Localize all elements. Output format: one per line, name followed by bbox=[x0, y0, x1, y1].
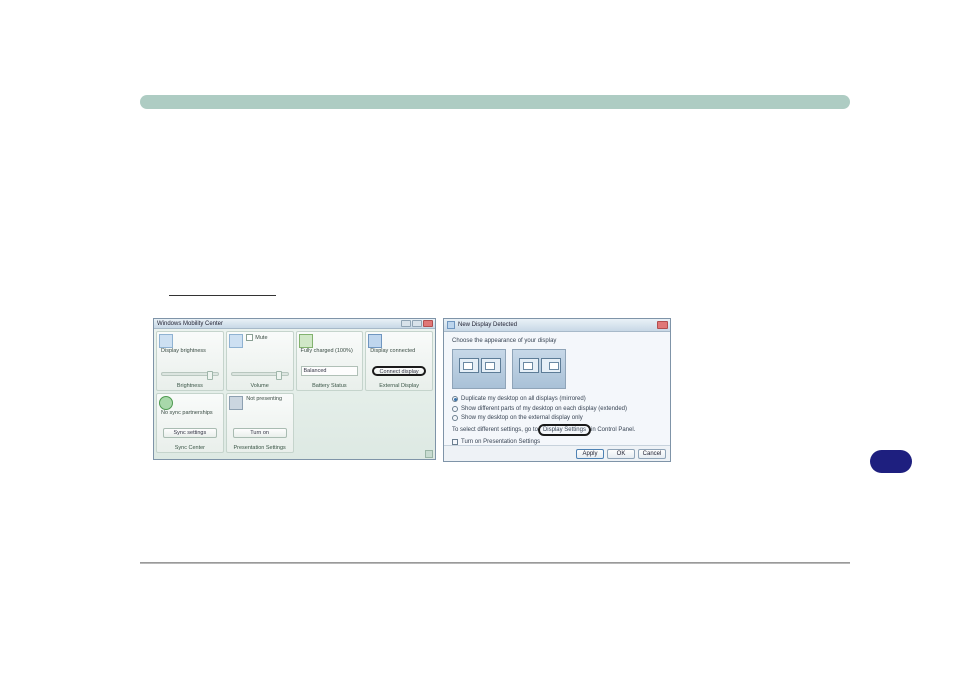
tile-presentation-label: Not presenting bbox=[246, 396, 282, 403]
laptop-icon bbox=[229, 396, 243, 410]
close-button[interactable] bbox=[657, 321, 668, 329]
tile-volume: Mute Volume bbox=[226, 331, 294, 391]
footer-divider bbox=[140, 562, 850, 564]
sync-icon bbox=[159, 396, 173, 410]
maximize-button[interactable] bbox=[412, 320, 422, 327]
option-mirrored[interactable]: Duplicate my desktop on all displays (mi… bbox=[452, 395, 662, 403]
option-extended[interactable]: Show different parts of my desktop on ea… bbox=[452, 405, 662, 413]
tile-brightness-label: Display brightness bbox=[161, 348, 206, 355]
display-settings-link-line: To select different settings, go to Disp… bbox=[452, 424, 662, 436]
connect-display-button[interactable]: Connect display bbox=[372, 366, 426, 376]
projector-icon bbox=[368, 334, 382, 348]
tile-external-display: Display connected Connect display Extern… bbox=[365, 331, 433, 391]
ok-button[interactable]: OK bbox=[607, 449, 635, 459]
mute-checkbox[interactable] bbox=[246, 334, 253, 341]
display-icon bbox=[447, 321, 455, 329]
preview-mirrored[interactable] bbox=[452, 349, 506, 389]
page-nav-pill[interactable] bbox=[870, 450, 912, 473]
power-plan-dropdown[interactable]: Balanced bbox=[301, 366, 359, 376]
tile-battery: Fully charged (100%) Balanced Battery St… bbox=[296, 331, 364, 391]
tile-battery-foot: Battery Status bbox=[297, 383, 363, 389]
tile-display-label: Display connected bbox=[370, 348, 415, 355]
display-settings-link[interactable]: Display Settings bbox=[538, 424, 591, 436]
turn-on-button[interactable]: Turn on bbox=[233, 428, 287, 438]
option-mirrored-label: Duplicate my desktop on all displays (mi… bbox=[461, 395, 586, 403]
tile-brightness-foot: Brightness bbox=[157, 383, 223, 389]
tile-sync-label: No sync partnerships bbox=[161, 410, 213, 417]
close-button[interactable] bbox=[423, 320, 433, 327]
ndd-instruction: Choose the appearance of your display bbox=[452, 338, 662, 344]
ndd-footer: Apply OK Cancel bbox=[444, 445, 670, 461]
preview-extended[interactable] bbox=[512, 349, 566, 389]
option-external-only[interactable]: Show my desktop on the external display … bbox=[452, 414, 662, 422]
tile-display-foot: External Display bbox=[366, 383, 432, 389]
brightness-icon bbox=[159, 334, 173, 348]
ndd-body: Choose the appearance of your display Du… bbox=[444, 332, 670, 454]
tile-brightness: Display brightness Brightness bbox=[156, 331, 224, 391]
ndd-title: New Display Detected bbox=[458, 322, 517, 328]
wmc-info-icon[interactable] bbox=[425, 450, 433, 458]
volume-icon bbox=[229, 334, 243, 348]
linkline-pre: To select different settings, go to bbox=[452, 426, 538, 434]
sync-settings-button[interactable]: Sync settings bbox=[163, 428, 217, 438]
ndd-previews bbox=[452, 349, 662, 389]
wmc-titlebar: Windows Mobility Center bbox=[154, 319, 435, 329]
cancel-button[interactable]: Cancel bbox=[638, 449, 666, 459]
option-external-only-label: Show my desktop on the external display … bbox=[461, 414, 583, 422]
new-display-detected-dialog: New Display Detected Choose the appearan… bbox=[443, 318, 671, 462]
tile-battery-label: Fully charged (100%) bbox=[301, 348, 353, 355]
tile-volume-label: Mute bbox=[246, 334, 267, 342]
apply-button[interactable]: Apply bbox=[576, 449, 604, 459]
brightness-slider[interactable] bbox=[161, 372, 219, 376]
radio-icon bbox=[452, 415, 458, 421]
tile-volume-foot: Volume bbox=[227, 383, 293, 389]
option-extended-label: Show different parts of my desktop on ea… bbox=[461, 405, 627, 413]
wmc-tiles-grid: Display brightness Brightness Mute Volum… bbox=[154, 329, 435, 449]
tile-sync-foot: Sync Center bbox=[157, 445, 223, 451]
radio-icon bbox=[452, 396, 458, 402]
wmc-title: Windows Mobility Center bbox=[157, 321, 223, 327]
ndd-titlebar: New Display Detected bbox=[444, 319, 670, 332]
radio-icon bbox=[452, 406, 458, 412]
linkline-post: in Control Panel. bbox=[591, 426, 635, 434]
wmc-window-controls bbox=[401, 320, 433, 327]
underline-accent bbox=[169, 295, 276, 296]
windows-mobility-center-window: Windows Mobility Center Display brightne… bbox=[153, 318, 436, 460]
mute-label: Mute bbox=[255, 335, 267, 341]
minimize-button[interactable] bbox=[401, 320, 411, 327]
tile-presentation: Not presenting Turn on Presentation Sett… bbox=[226, 393, 294, 453]
tile-sync: No sync partnerships Sync settings Sync … bbox=[156, 393, 224, 453]
tile-presentation-foot: Presentation Settings bbox=[227, 445, 293, 451]
volume-slider[interactable] bbox=[231, 372, 289, 376]
battery-icon bbox=[299, 334, 313, 348]
section-divider-bar bbox=[140, 95, 850, 109]
